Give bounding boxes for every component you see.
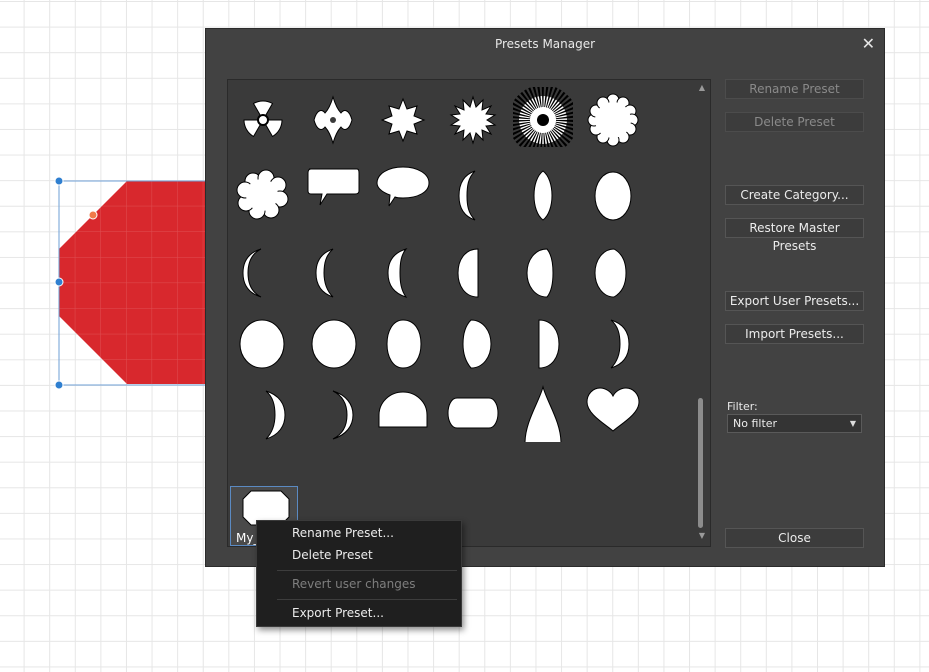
preset-gibbous-shape[interactable] xyxy=(583,240,643,300)
preset-cross-star-shape[interactable] xyxy=(303,87,363,147)
preset-thin-crescent-shape[interactable] xyxy=(233,240,293,300)
scrollbar-thumb[interactable] xyxy=(698,398,703,528)
preset-star-burst-shape[interactable] xyxy=(373,87,433,147)
preset-crescent-right-shape[interactable] xyxy=(583,311,643,371)
dialog-title: Presets Manager xyxy=(494,37,596,51)
export-user-presets-button[interactable]: Export User Presets... xyxy=(725,291,864,311)
presets-grid: My_ ▲ ▼ xyxy=(227,79,711,547)
preset-circle-shape[interactable] xyxy=(233,311,293,371)
menu-separator xyxy=(277,599,457,600)
preset-gibbous-shape[interactable] xyxy=(513,240,573,300)
filter-dropdown[interactable]: No filter ▼ xyxy=(727,414,862,433)
menu-item-delete-preset[interactable]: Delete Preset xyxy=(292,548,373,562)
close-button[interactable]: Close xyxy=(725,528,864,548)
preset-rays-shape[interactable] xyxy=(513,87,573,147)
preset-cloud-flower-shape[interactable] xyxy=(583,87,643,147)
create-category-button[interactable]: Create Category... xyxy=(725,185,864,205)
corner-radius-handle xyxy=(88,210,98,220)
context-menu: Rename Preset... Delete Preset Revert us… xyxy=(256,520,462,627)
preset-sun-burst-shape[interactable] xyxy=(443,87,503,147)
preset-half-moon-shape[interactable] xyxy=(443,240,503,300)
preset-crescent-shape[interactable] xyxy=(303,240,363,300)
preset-radiation-shape[interactable] xyxy=(233,87,293,147)
selection-handle-top-left xyxy=(54,176,64,186)
preset-lens-shape[interactable] xyxy=(513,163,573,223)
preset-ellipse-shape[interactable] xyxy=(583,163,643,223)
scroll-up-arrow-icon[interactable]: ▲ xyxy=(696,83,708,92)
preset-ellipse-shape[interactable] xyxy=(373,311,433,371)
menu-item-export-preset[interactable]: Export Preset... xyxy=(292,606,384,620)
preset-rounded-rectangle-shape[interactable] xyxy=(443,382,503,442)
preset-rectangular-speech-bubble-shape[interactable] xyxy=(303,163,363,223)
filter-value: No filter xyxy=(733,417,778,430)
preset-thin-crescent-right-shape[interactable] xyxy=(303,382,363,442)
menu-item-revert-user-changes[interactable]: Revert user changes xyxy=(292,577,416,591)
menu-separator xyxy=(277,570,457,571)
preset-crescent-right-shape[interactable] xyxy=(233,382,293,442)
chevron-down-icon: ▼ xyxy=(849,419,856,428)
preset-tear-shape[interactable] xyxy=(513,382,573,442)
preset-gibbous-right-shape[interactable] xyxy=(443,311,503,371)
import-presets-button[interactable]: Import Presets... xyxy=(725,324,864,344)
preset-heart-shape[interactable] xyxy=(583,382,643,442)
close-icon[interactable]: ✕ xyxy=(862,34,875,53)
preset-oval-speech-bubble-shape[interactable] xyxy=(373,163,433,223)
delete-preset-button[interactable]: Delete Preset xyxy=(725,112,864,132)
preset-circle-shape[interactable] xyxy=(303,311,363,371)
dialog-titlebar[interactable]: Presets Manager ✕ xyxy=(206,29,884,59)
selection-handle-bottom-left xyxy=(54,380,64,390)
filter-label: Filter: xyxy=(727,400,758,413)
preset-crescent-shape[interactable] xyxy=(373,240,433,300)
preset-half-circle-shape[interactable] xyxy=(373,382,433,442)
presets-manager-dialog: Presets Manager ✕ My_ ▲ ▼ Rename Preset … xyxy=(205,28,885,567)
scroll-down-arrow-icon[interactable]: ▼ xyxy=(696,531,708,540)
menu-item-rename-preset[interactable]: Rename Preset... xyxy=(292,526,394,540)
preset-crescent-left-shape[interactable] xyxy=(443,163,503,223)
rename-preset-button[interactable]: Rename Preset xyxy=(725,79,864,99)
preset-cloud-shape[interactable] xyxy=(233,163,293,223)
restore-master-presets-button[interactable]: Restore Master Presets xyxy=(725,218,864,253)
selection-handle-mid-left xyxy=(54,277,64,287)
preset-half-moon-right-shape[interactable] xyxy=(513,311,573,371)
